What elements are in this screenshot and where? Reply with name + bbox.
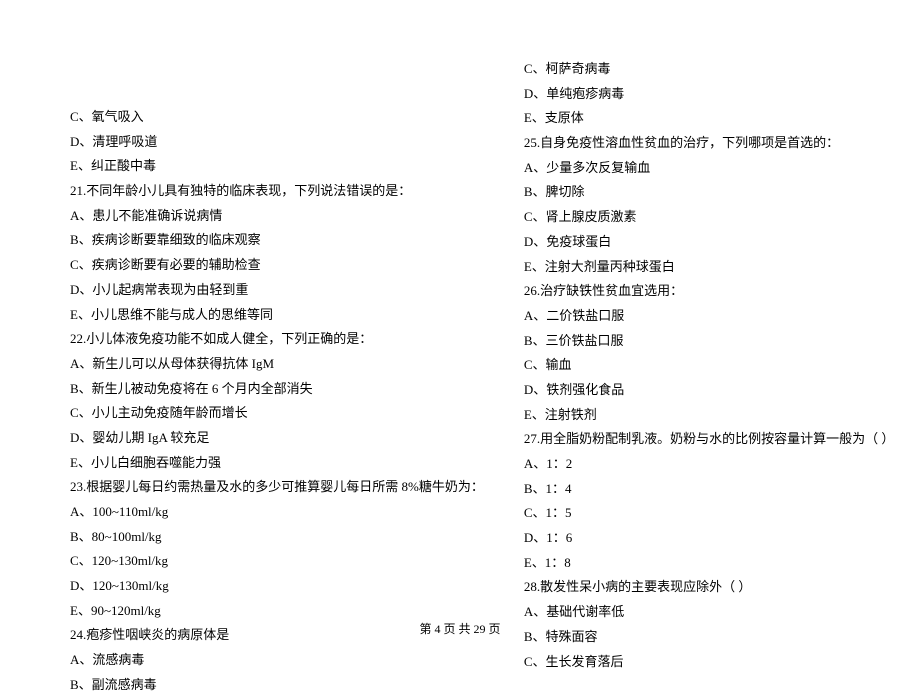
text-line: E、注射铁剂 (524, 406, 895, 424)
text-line: A、100~110ml/kg (70, 503, 484, 521)
left-column: C、氧气吸入 D、清理呼吸道 E、纠正酸中毒 21.不同年龄小儿具有独特的临床表… (70, 60, 484, 596)
text-line: A、1：2 (524, 455, 895, 473)
question-line: 28.散发性呆小病的主要表现应除外（ ） (524, 578, 895, 596)
text-line: C、120~130ml/kg (70, 552, 484, 570)
text-line: B、新生儿被动免疫将在 6 个月内全部消失 (70, 380, 484, 398)
text-line: B、脾切除 (524, 183, 895, 201)
text-line: D、120~130ml/kg (70, 577, 484, 595)
text-line: D、铁剂强化食品 (524, 381, 895, 399)
question-line: 21.不同年龄小儿具有独特的临床表现，下列说法错误的是： (70, 182, 484, 200)
text-line: C、氧气吸入 (70, 108, 484, 126)
text-line: C、生长发育落后 (524, 653, 895, 671)
text-line: C、1：5 (524, 504, 895, 522)
text-line: D、婴幼儿期 IgA 较充足 (70, 429, 484, 447)
page-content: C、氧气吸入 D、清理呼吸道 E、纠正酸中毒 21.不同年龄小儿具有独特的临床表… (70, 60, 850, 596)
text-line: E、90~120ml/kg (70, 602, 484, 620)
text-line: A、少量多次反复输血 (524, 159, 895, 177)
text-line: A、流感病毒 (70, 651, 484, 669)
text-line: C、疾病诊断要有必要的辅助检查 (70, 256, 484, 274)
text-line: B、副流感病毒 (70, 676, 484, 694)
text-line: E、小儿思维不能与成人的思维等同 (70, 306, 484, 324)
text-line: B、80~100ml/kg (70, 528, 484, 546)
text-line: D、单纯疱疹病毒 (524, 85, 895, 103)
text-line: E、支原体 (524, 109, 895, 127)
text-line: A、患儿不能准确诉说病情 (70, 207, 484, 225)
text-line: C、柯萨奇病毒 (524, 60, 895, 78)
question-line: 22.小儿体液免疫功能不如成人健全，下列正确的是： (70, 330, 484, 348)
question-line: 27.用全脂奶粉配制乳液。奶粉与水的比例按容量计算一般为（ ） (524, 430, 895, 448)
text-line: D、清理呼吸道 (70, 133, 484, 151)
question-line: 23.根据婴儿每日约需热量及水的多少可推算婴儿每日所需 8%糖牛奶为： (70, 478, 484, 496)
text-line: D、1：6 (524, 529, 895, 547)
text-line: B、1：4 (524, 480, 895, 498)
question-line: 26.治疗缺铁性贫血宜选用： (524, 282, 895, 300)
text-line: C、肾上腺皮质激素 (524, 208, 895, 226)
right-column: C、柯萨奇病毒 D、单纯疱疹病毒 E、支原体 25.自身免疫性溶血性贫血的治疗，… (524, 60, 895, 596)
text-line: D、免疫球蛋白 (524, 233, 895, 251)
text-line: B、疾病诊断要靠细致的临床观察 (70, 231, 484, 249)
text-line: E、纠正酸中毒 (70, 157, 484, 175)
question-line: 25.自身免疫性溶血性贫血的治疗，下列哪项是首选的： (524, 134, 895, 152)
text-line: C、输血 (524, 356, 895, 374)
text-line: E、小儿白细胞吞噬能力强 (70, 454, 484, 472)
text-line: E、1：8 (524, 554, 895, 572)
text-line: A、新生儿可以从母体获得抗体 IgM (70, 355, 484, 373)
text-line: A、基础代谢率低 (524, 603, 895, 621)
text-line: A、二价铁盐口服 (524, 307, 895, 325)
text-line: E、注射大剂量丙种球蛋白 (524, 258, 895, 276)
page-footer: 第 4 页 共 29 页 (0, 620, 920, 637)
text-line: D、小儿起病常表现为由轻到重 (70, 281, 484, 299)
text-line: C、小儿主动免疫随年龄而增长 (70, 404, 484, 422)
text-line: B、三价铁盐口服 (524, 332, 895, 350)
